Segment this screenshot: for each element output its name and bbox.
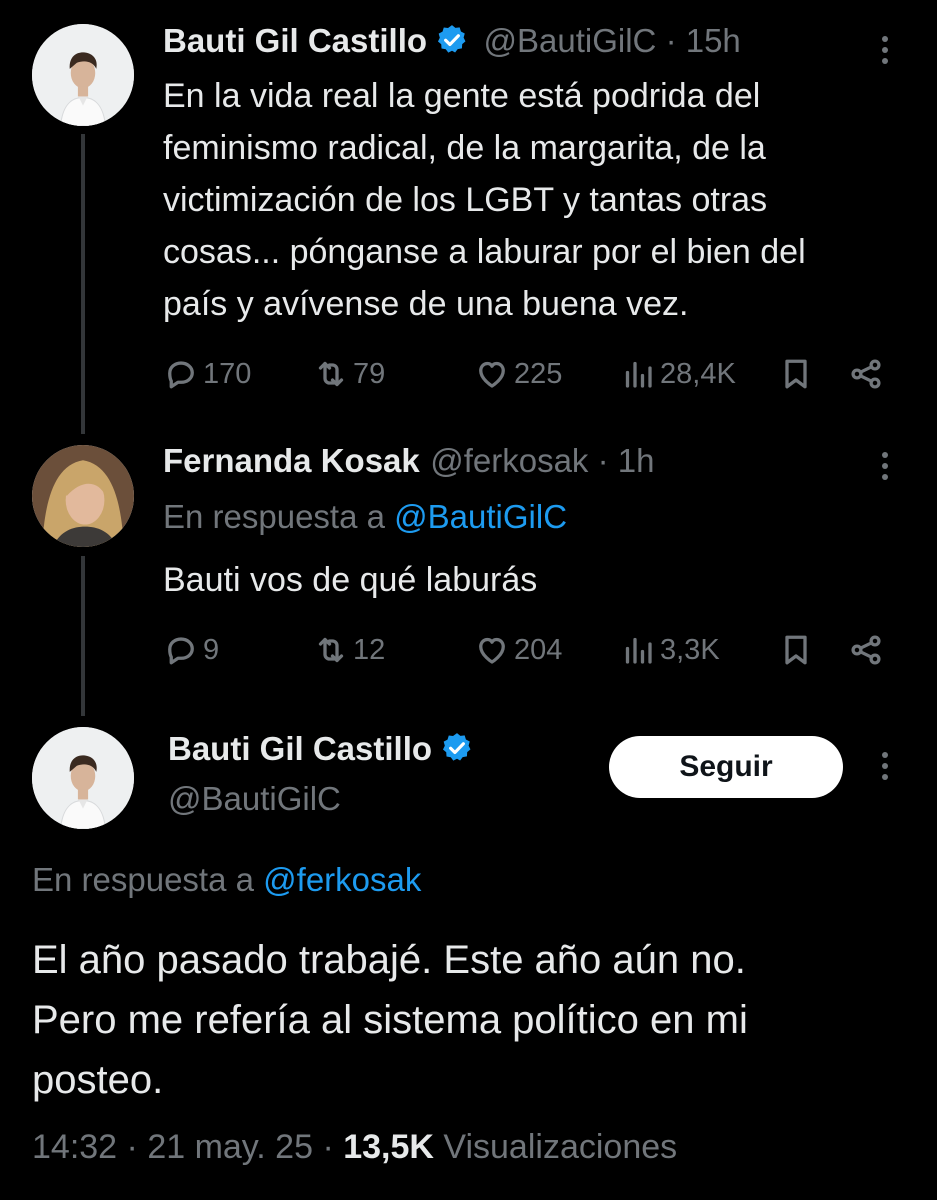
timestamp[interactable]: · 1h [598, 442, 655, 479]
reply-context: En respuesta a @BautiGilC [163, 498, 567, 536]
reply-context: En respuesta a @ferkosak [32, 861, 421, 899]
more-options-icon[interactable] [880, 36, 890, 69]
bookmark-button[interactable] [778, 632, 814, 668]
text-line: país y avívense de una buena vez. [163, 285, 689, 323]
like-button[interactable]: 204 [474, 632, 562, 668]
reply-count: 9 [203, 633, 220, 666]
reply-prefix: En respuesta a [32, 861, 254, 898]
retweet-icon [318, 361, 344, 387]
views-button[interactable]: 28,4K [620, 356, 736, 392]
avatar[interactable] [32, 24, 134, 126]
share-button[interactable] [848, 356, 884, 392]
author-handle[interactable]: @ferkosak [430, 442, 588, 479]
like-count: 225 [514, 357, 563, 390]
retweet-icon [318, 637, 344, 663]
tweet-meta: 14:32 · 21 may. 25 · 13,5K Visualizacion… [32, 1128, 678, 1166]
text-line: feminismo radical, de la margarita, de l… [163, 129, 766, 167]
text-line: posteo. [32, 1058, 164, 1102]
bookmark-button[interactable] [778, 356, 814, 392]
tweet-header: Fernanda Kosak @ferkosak · 1h [163, 442, 654, 480]
tweet-thread: Bauti Gil Castillo @BautiGilC · 15h En l… [0, 0, 937, 1200]
retweet-button[interactable]: 79 [313, 356, 385, 392]
like-icon [479, 637, 505, 664]
follow-button[interactable]: Seguir [609, 736, 843, 798]
views-count: 3,3K [660, 633, 720, 666]
verified-badge-icon [438, 25, 466, 53]
tweet-text: El año pasado trabajé. Este año aún no. … [32, 930, 912, 1110]
author-name[interactable]: Bauti Gil Castillo [168, 730, 432, 767]
thread-connector [81, 134, 85, 434]
author-handle[interactable]: @BautiGilC [484, 22, 657, 59]
reply-icon [168, 361, 194, 389]
share-button[interactable] [848, 632, 884, 668]
views-icon [625, 361, 652, 388]
text-line: Bauti vos de qué laburás [163, 561, 538, 599]
reply-to-link[interactable]: @BautiGilC [394, 498, 567, 535]
retweet-count: 79 [353, 357, 386, 390]
bookmark-icon [785, 635, 807, 665]
share-icon [851, 635, 881, 665]
text-line: cosas... pónganse a laburar por el bien … [163, 233, 806, 271]
timestamp[interactable]: · 15h [666, 22, 741, 59]
post-date[interactable]: 21 may. 25 [147, 1128, 313, 1166]
reply-prefix: En respuesta a [163, 498, 385, 535]
retweet-button[interactable]: 12 [313, 632, 385, 668]
views-button[interactable]: 3,3K [620, 632, 720, 668]
text-line: En la vida real la gente está podrida de… [163, 77, 761, 115]
thread-connector [81, 556, 85, 716]
bookmark-icon [785, 359, 807, 389]
like-count: 204 [514, 633, 563, 666]
share-icon [851, 359, 881, 389]
text-line: El año pasado trabajé. Este año aún no. [32, 938, 746, 982]
tweet-text: En la vida real la gente está podrida de… [163, 70, 923, 330]
avatar[interactable] [32, 727, 134, 829]
views-count: 28,4K [660, 357, 736, 390]
more-options-icon[interactable] [880, 452, 890, 485]
author-handle[interactable]: @BautiGilC [168, 780, 341, 818]
reply-button[interactable]: 9 [163, 632, 219, 668]
views-count: 13,5K [343, 1128, 434, 1166]
reply-count: 170 [203, 357, 252, 390]
retweet-count: 12 [353, 633, 386, 666]
verified-badge-icon [443, 733, 471, 761]
author-block: Bauti Gil Castillo [168, 730, 474, 768]
tweet-text: Bauti vos de qué laburás [163, 554, 537, 606]
post-time[interactable]: 14:32 [32, 1128, 117, 1166]
text-line: victimización de los LGBT y tantas otras [163, 181, 768, 219]
views-icon [625, 637, 652, 664]
reply-button[interactable]: 170 [163, 356, 251, 392]
author-name[interactable]: Bauti Gil Castillo [163, 22, 427, 59]
reply-to-link[interactable]: @ferkosak [263, 861, 421, 898]
text-line: Pero me refería al sistema político en m… [32, 998, 748, 1042]
avatar[interactable] [32, 445, 134, 547]
views-label: Visualizaciones [443, 1128, 678, 1166]
more-options-icon[interactable] [880, 752, 890, 785]
author-name[interactable]: Fernanda Kosak [163, 442, 420, 479]
like-button[interactable]: 225 [474, 356, 562, 392]
like-icon [479, 361, 505, 388]
tweet-header: Bauti Gil Castillo @BautiGilC · 15h [163, 22, 741, 60]
reply-icon [168, 637, 194, 665]
